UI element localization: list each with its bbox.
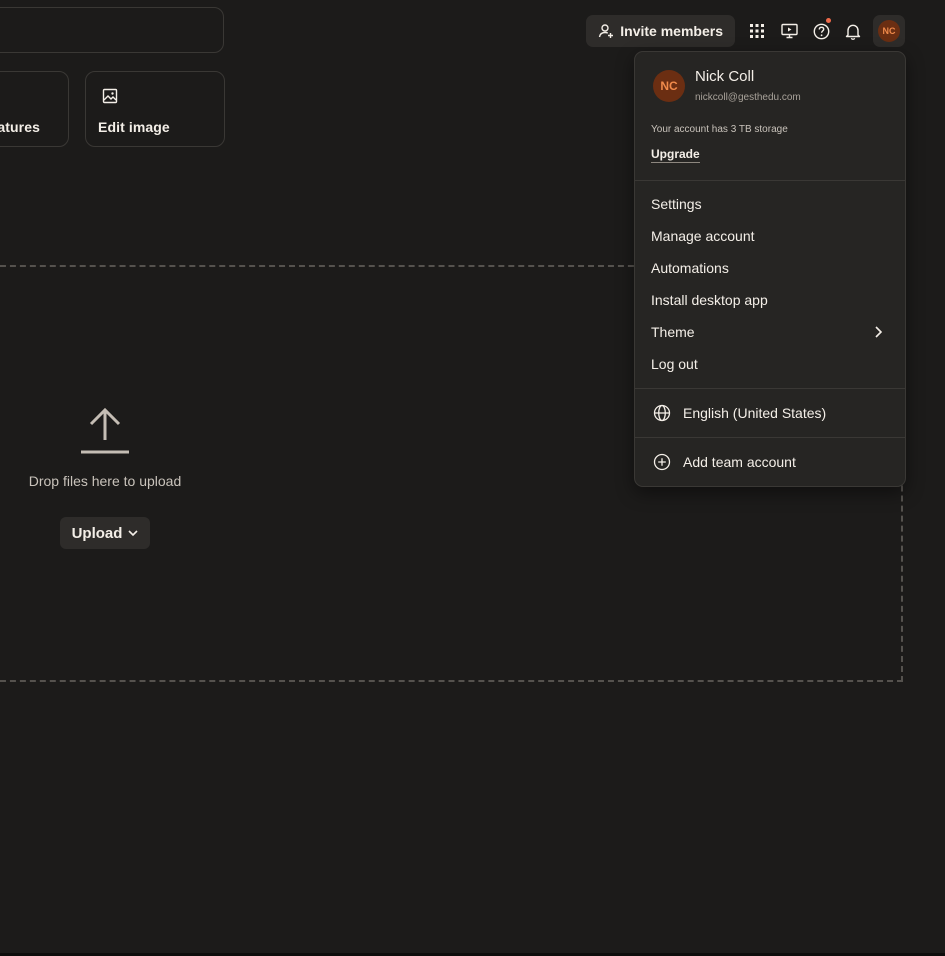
user-plus-icon — [599, 24, 614, 38]
search-box[interactable] — [0, 7, 224, 53]
help-button[interactable] — [805, 15, 837, 47]
edit-image-card-label: Edit image — [98, 119, 170, 135]
notifications-button[interactable] — [837, 15, 869, 47]
monitor-icon — [780, 23, 798, 39]
user-email: nickcoll@gesthedu.com — [695, 92, 801, 103]
menu-item-install-desktop-app[interactable]: Install desktop app — [651, 292, 768, 308]
notification-dot — [826, 18, 831, 23]
image-icon — [102, 88, 118, 104]
account-avatar-button[interactable]: NC — [873, 15, 905, 47]
app-page: atures Edit image Invite members NC Drop… — [0, 0, 945, 956]
upload-arrow-icon — [81, 407, 129, 454]
menu-divider — [635, 388, 905, 389]
upgrade-link[interactable]: Upgrade — [651, 147, 700, 163]
menu-item-manage-account[interactable]: Manage account — [651, 228, 755, 244]
chevron-down-icon — [128, 530, 138, 537]
chevron-right-icon — [875, 326, 883, 338]
features-card-label: atures — [0, 119, 40, 135]
features-card[interactable]: atures — [0, 71, 69, 147]
language-selector[interactable]: English (United States) — [683, 405, 826, 421]
menu-avatar: NC — [653, 70, 685, 102]
plus-circle-icon — [653, 453, 671, 471]
apps-grid-button[interactable] — [741, 15, 773, 47]
invite-members-label: Invite members — [620, 23, 723, 39]
menu-item-automations[interactable]: Automations — [651, 260, 729, 276]
avatar: NC — [878, 20, 900, 42]
account-menu: NC Nick Coll nickcoll@gesthedu.com Your … — [634, 51, 906, 487]
user-name: Nick Coll — [695, 68, 755, 85]
top-bar: Invite members NC — [586, 15, 905, 47]
upload-button-label: Upload — [71, 524, 123, 542]
edit-image-card[interactable]: Edit image — [85, 71, 225, 147]
storage-info: Your account has 3 TB storage — [651, 124, 788, 135]
grid-icon — [750, 24, 764, 38]
desktop-app-button[interactable] — [773, 15, 805, 47]
menu-item-settings[interactable]: Settings — [651, 196, 702, 212]
bell-icon — [845, 24, 861, 40]
invite-members-button[interactable]: Invite members — [586, 15, 735, 47]
menu-divider — [635, 437, 905, 438]
globe-icon — [653, 404, 671, 422]
upload-button[interactable]: Upload — [60, 517, 150, 549]
dropzone-text: Drop files here to upload — [28, 473, 182, 489]
menu-item-log-out[interactable]: Log out — [651, 356, 698, 372]
menu-divider — [635, 180, 905, 181]
menu-item-theme[interactable]: Theme — [651, 324, 695, 340]
help-icon — [813, 23, 829, 39]
add-team-account[interactable]: Add team account — [683, 454, 796, 470]
